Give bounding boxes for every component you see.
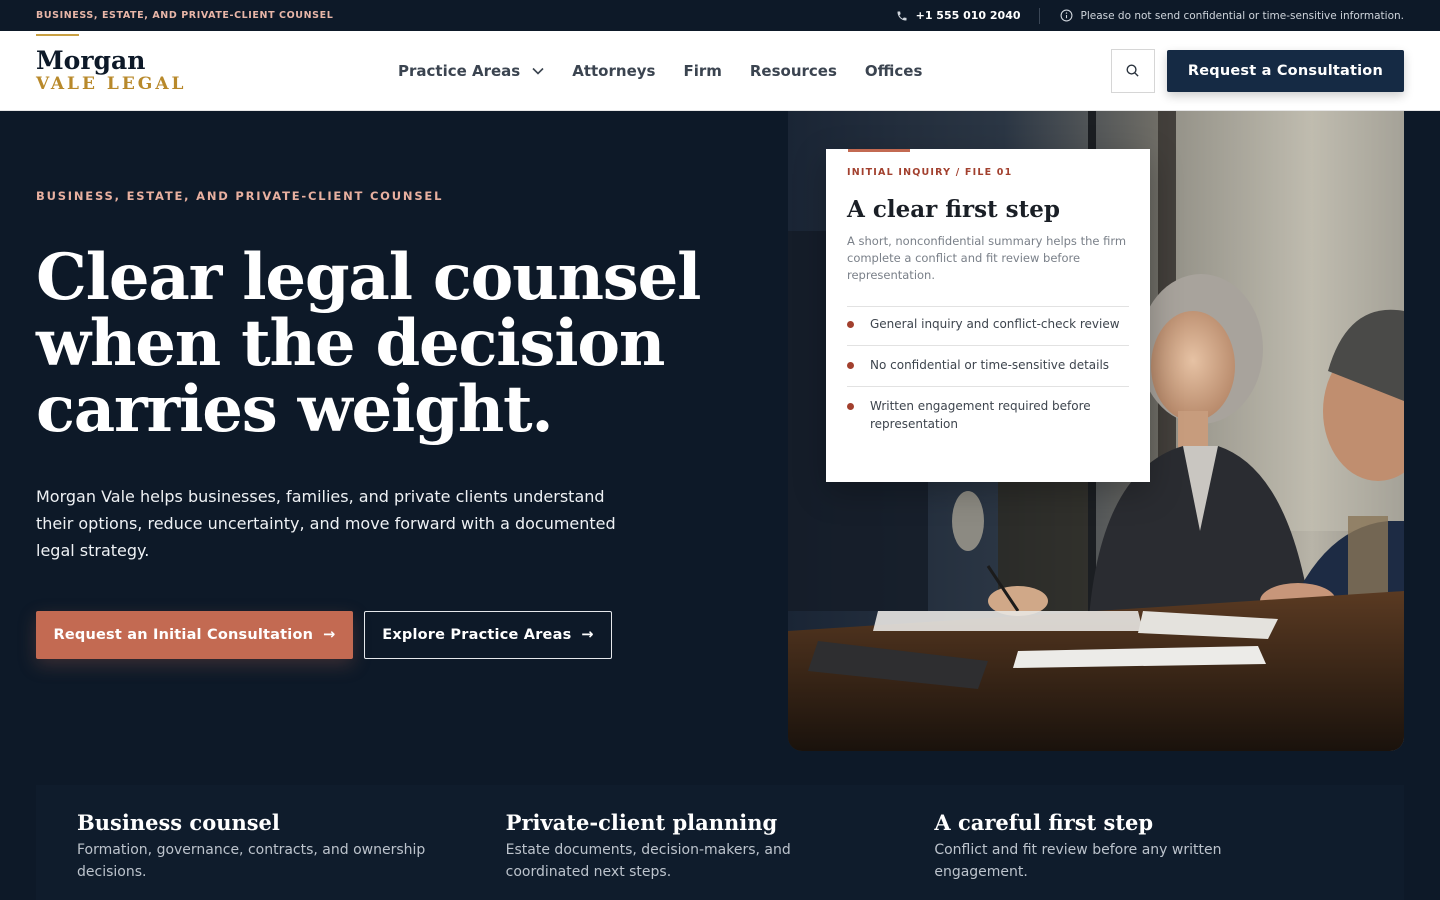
- phone-number: +1 555 010 2040: [915, 9, 1021, 22]
- primary-cta-label: Request an Initial Consultation: [53, 627, 314, 643]
- hero-title-line: carries weight.: [36, 372, 554, 447]
- feature-business-counsel: Business counsel Formation, governance, …: [77, 785, 506, 900]
- explore-practice-areas-button[interactable]: Explore Practice Areas →: [364, 611, 612, 659]
- hero-eyebrow: BUSINESS, ESTATE, AND PRIVATE-CLIENT COU…: [36, 189, 444, 203]
- feature-description: Conflict and fit review before any writt…: [934, 842, 1222, 880]
- hero-title-line: when the decision: [36, 306, 665, 381]
- list-item: No confidential or time-sensitive detail…: [847, 345, 1129, 386]
- utility-eyebrow: BUSINESS, ESTATE, AND PRIVATE-CLIENT COU…: [36, 10, 334, 21]
- list-item-text: Written engagement required before repre…: [870, 399, 1091, 431]
- feature-title: Business counsel: [77, 810, 280, 835]
- bullet-dot: [847, 403, 854, 410]
- feature-title: A careful first step: [934, 810, 1154, 835]
- utility-right: +1 555 010 2040 Please do not send confi…: [896, 7, 1404, 24]
- feature-title: Private-client planning: [505, 810, 778, 835]
- logo[interactable]: Morgan VALE LEGAL: [36, 34, 216, 94]
- hero-description: Morgan Vale helps businesses, families, …: [36, 487, 616, 560]
- logo-name: Morgan: [36, 46, 146, 75]
- phone-icon: [897, 11, 907, 20]
- arrow-right-icon: →: [323, 627, 336, 643]
- feature-description: Formation, governance, contracts, and ow…: [77, 842, 426, 880]
- card-list: General inquiry and conflict-check revie…: [847, 306, 1129, 445]
- feature-strip: Business counsel Formation, governance, …: [36, 785, 1404, 900]
- request-consultation-button[interactable]: Request a Consultation: [1166, 49, 1404, 92]
- feature-careful-first-step: A careful first step Conflict and fit re…: [934, 785, 1363, 900]
- hero-title: Clear legal counsel when the decision ca…: [36, 245, 736, 443]
- nav-item-resources[interactable]: Resources: [750, 62, 837, 80]
- hero: BUSINESS, ESTATE, AND PRIVATE-CLIENT COU…: [0, 111, 1440, 900]
- inquiry-card: INITIAL INQUIRY / FILE 01 A clear first …: [826, 149, 1150, 482]
- feature-description: Estate documents, decision-makers, and c…: [505, 842, 791, 880]
- feature-private-client-planning: Private-client planning Estate documents…: [506, 785, 935, 900]
- utility-bar: BUSINESS, ESTATE, AND PRIVATE-CLIENT COU…: [0, 0, 1440, 31]
- arrow-right-icon: →: [581, 627, 594, 643]
- secondary-cta-label: Explore Practice Areas: [382, 627, 572, 643]
- logo-subtitle: VALE LEGAL: [36, 74, 187, 94]
- bullet-dot: [847, 362, 854, 369]
- logo-rule: [36, 34, 79, 36]
- list-item: Written engagement required before repre…: [847, 386, 1129, 445]
- main-nav: Practice Areas Attorneys Firm Resources …: [398, 62, 922, 80]
- bullet-dot: [847, 321, 854, 328]
- list-item-text: General inquiry and conflict-check revie…: [870, 317, 1120, 331]
- hero-title-line: Clear legal counsel: [36, 240, 701, 315]
- search-button[interactable]: [1110, 48, 1155, 93]
- header-actions: Request a Consultation: [1110, 48, 1404, 93]
- card-description: A short, nonconfidential summary helps t…: [847, 234, 1127, 282]
- list-item-text: No confidential or time-sensitive detail…: [870, 358, 1110, 372]
- chevron-down-icon: [532, 67, 544, 75]
- card-accent: [848, 149, 910, 152]
- info-icon: [1060, 9, 1072, 22]
- list-item: General inquiry and conflict-check revie…: [847, 306, 1129, 345]
- search-icon: [1126, 64, 1139, 77]
- card-tag: INITIAL INQUIRY / FILE 01: [847, 167, 1013, 178]
- nav-item-attorneys[interactable]: Attorneys: [572, 62, 655, 80]
- phone-link[interactable]: +1 555 010 2040: [896, 9, 1039, 22]
- confidentiality-notice: Please do not send confidential or time-…: [1040, 9, 1404, 22]
- nav-item-offices[interactable]: Offices: [865, 62, 922, 80]
- nav-item-practice-areas[interactable]: Practice Areas: [398, 62, 544, 80]
- site-header: Morgan VALE LEGAL Practice Areas Attorne…: [0, 31, 1440, 111]
- request-initial-consultation-button[interactable]: Request an Initial Consultation →: [36, 611, 353, 659]
- notice-text: Please do not send confidential or time-…: [1080, 9, 1404, 22]
- nav-item-firm[interactable]: Firm: [683, 62, 721, 80]
- card-title: A clear first step: [847, 196, 1060, 223]
- nav-label: Practice Areas: [398, 61, 521, 80]
